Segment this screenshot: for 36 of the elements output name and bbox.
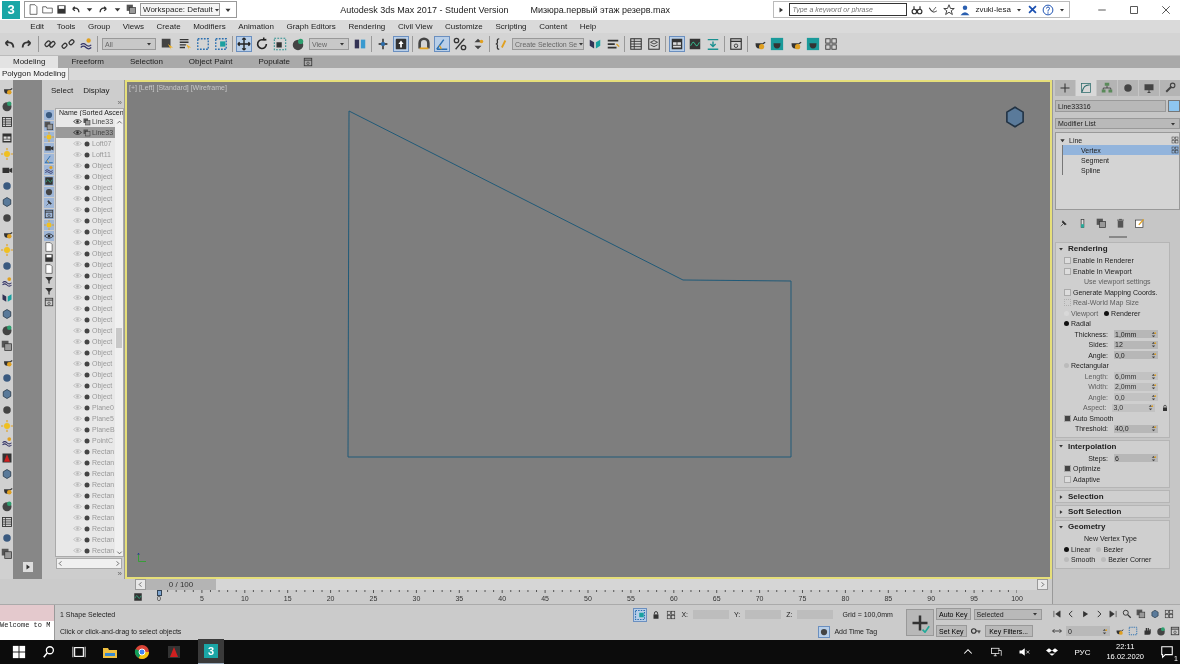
menu-item[interactable]: Help	[573, 21, 603, 31]
menu-item[interactable]: Tools	[50, 21, 82, 31]
language-indicator[interactable]: РУС	[1074, 647, 1091, 657]
more-button[interactable]: »	[42, 569, 124, 580]
ribbon-panel-tab[interactable]: Polygon Modeling	[0, 68, 69, 81]
rollout-header[interactable]: Soft Selection	[1056, 506, 1169, 518]
menu-item[interactable]: Create	[150, 21, 187, 31]
menu-item[interactable]: Customize	[438, 21, 490, 31]
menu-item[interactable]: Views	[116, 21, 151, 31]
rollout-header[interactable]: Interpolation	[1056, 440, 1169, 452]
ribbon-tab[interactable]: Modeling	[0, 56, 59, 69]
menu-item[interactable]: Edit	[24, 21, 51, 31]
explorer-tab[interactable]: Select	[51, 86, 74, 99]
user-name[interactable]: zvuki-lesa	[975, 5, 1011, 15]
more-button[interactable]: »	[42, 98, 124, 109]
menu-item[interactable]: Graph Editors	[280, 21, 343, 31]
time-slider-track[interactable]: 0 / 100	[146, 579, 1037, 591]
menu-item[interactable]: Content	[532, 21, 574, 31]
file-name: Мизюра.первый этаж резерв.max	[530, 4, 671, 15]
window-title: Autodesk 3ds Max 2017 - Student Version	[340, 4, 509, 15]
rollout-header[interactable]: Geometry	[1056, 521, 1169, 533]
ribbon-tab[interactable]: Selection	[116, 56, 176, 69]
menu-item[interactable]: Civil View	[391, 21, 439, 31]
explorer-tab[interactable]: Display	[83, 86, 110, 99]
time-slider-thumb[interactable]: 0 / 100	[146, 579, 216, 591]
rollout-header[interactable]: Rendering	[1056, 243, 1169, 255]
menu-item[interactable]: Rendering	[342, 21, 392, 31]
menu-item[interactable]: Modifiers	[186, 21, 232, 31]
workspace-dropdown[interactable]: Workspace: Default	[140, 3, 220, 17]
ribbon-tab[interactable]: Object Paint	[175, 56, 246, 69]
menu-item[interactable]: Animation	[231, 21, 281, 31]
ribbon-tab[interactable]: Freeform	[58, 56, 117, 69]
menu-item[interactable]: Scripting	[489, 21, 533, 31]
ribbon-tab[interactable]: Populate	[245, 56, 303, 69]
menu-item[interactable]: Group	[81, 21, 117, 31]
rollout-header[interactable]: Selection	[1056, 491, 1169, 503]
